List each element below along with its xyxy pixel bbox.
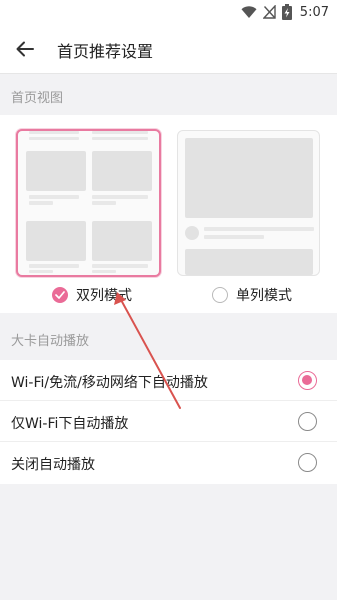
autoplay-option-off[interactable]: 关闭自动播放 bbox=[0, 442, 337, 483]
arrow-left-icon bbox=[16, 41, 34, 57]
status-icons: 5:07 bbox=[241, 3, 329, 21]
autoplay-option-all-networks[interactable]: Wi-Fi/免流/移动网络下自动播放 bbox=[0, 360, 337, 401]
mode-label-single: 单列模式 bbox=[236, 288, 292, 304]
mode-option-double[interactable]: 双列模式 bbox=[52, 284, 132, 306]
radio-selected-icon[interactable] bbox=[298, 371, 317, 390]
status-bar: 5:07 bbox=[0, 0, 337, 24]
mode-option-single[interactable]: 单列模式 bbox=[212, 284, 292, 306]
radio-unselected-icon[interactable] bbox=[298, 412, 317, 431]
wifi-icon bbox=[241, 5, 257, 18]
section-title-home-view: 首页视图 bbox=[11, 91, 64, 106]
app-bar: 首页推荐设置 bbox=[0, 24, 337, 74]
autoplay-list: Wi-Fi/免流/移动网络下自动播放 仅Wi-Fi下自动播放 关闭自动播放 bbox=[0, 360, 337, 484]
section-header-autoplay: 大卡自动播放 bbox=[0, 318, 337, 358]
single-column-preview[interactable] bbox=[177, 130, 320, 276]
autoplay-label: 仅Wi-Fi下自动播放 bbox=[11, 416, 129, 432]
status-time: 5:07 bbox=[299, 4, 329, 20]
autoplay-label: Wi-Fi/免流/移动网络下自动播放 bbox=[11, 375, 208, 391]
checked-radio-icon[interactable] bbox=[52, 287, 68, 303]
autoplay-option-wifi-only[interactable]: 仅Wi-Fi下自动播放 bbox=[0, 401, 337, 442]
page-title: 首页推荐设置 bbox=[57, 42, 154, 61]
section-title-autoplay: 大卡自动播放 bbox=[11, 334, 90, 349]
radio-unselected-icon[interactable] bbox=[298, 453, 317, 472]
home-view-card-area: 双列模式 单列模式 bbox=[0, 115, 337, 313]
section-header-home-view: 首页视图 bbox=[0, 75, 337, 115]
no-signal-icon bbox=[262, 5, 276, 19]
battery-charging-icon bbox=[281, 4, 292, 20]
mode-label-double: 双列模式 bbox=[76, 288, 132, 304]
double-column-preview[interactable] bbox=[16, 129, 161, 277]
autoplay-label: 关闭自动播放 bbox=[11, 457, 95, 473]
back-button[interactable] bbox=[12, 36, 38, 62]
unchecked-radio-icon[interactable] bbox=[212, 287, 228, 303]
